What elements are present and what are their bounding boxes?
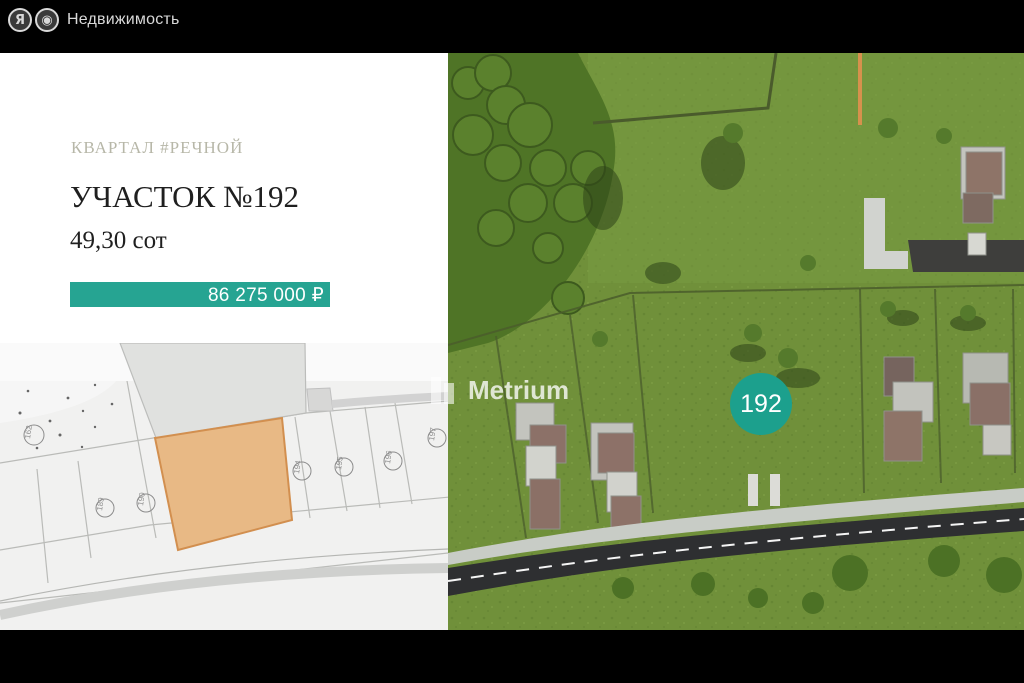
- plot-title: УЧАСТОК №192: [70, 179, 300, 214]
- svg-text:195: 195: [334, 455, 345, 470]
- aerial-rendering: [448, 53, 1024, 630]
- svg-text:196: 196: [383, 449, 394, 464]
- svg-text:189: 189: [95, 496, 106, 511]
- selected-plot-badge[interactable]: 192: [730, 373, 792, 435]
- plot-entrance-square: [306, 387, 334, 412]
- listing-image: КВАРТАЛ #РЕЧНОЙ УЧАСТОК №192 49,30 сот 8…: [0, 53, 1024, 630]
- svg-text:190: 190: [136, 491, 147, 506]
- yandex-logo-icon: Я: [8, 8, 32, 32]
- second-logo-icon: ◉: [35, 8, 59, 32]
- cadastral-plan: 162 194 195 196 197 189 190: [0, 343, 448, 630]
- metrium-logo-icon: [428, 373, 462, 407]
- svg-text:162: 162: [23, 424, 34, 439]
- listing-info-panel: КВАРТАЛ #РЕЧНОЙ УЧАСТОК №192 49,30 сот 8…: [0, 53, 448, 343]
- metrium-watermark: Metrium: [428, 373, 569, 407]
- brand-header[interactable]: Я ◉ Недвижимость: [8, 7, 179, 33]
- price-bar: 86 275 000 ₽: [70, 282, 330, 307]
- svg-text:197: 197: [427, 426, 438, 441]
- brand-name: Недвижимость: [67, 11, 180, 28]
- metrium-watermark-text: Metrium: [468, 374, 570, 405]
- district-name: КВАРТАЛ #РЕЧНОЙ: [71, 138, 244, 157]
- svg-text:194: 194: [292, 459, 303, 474]
- dark-driveway: [908, 240, 1024, 272]
- plot-price: 86 275 000 ₽: [207, 285, 324, 306]
- plot-area: 49,30 сот: [70, 227, 167, 254]
